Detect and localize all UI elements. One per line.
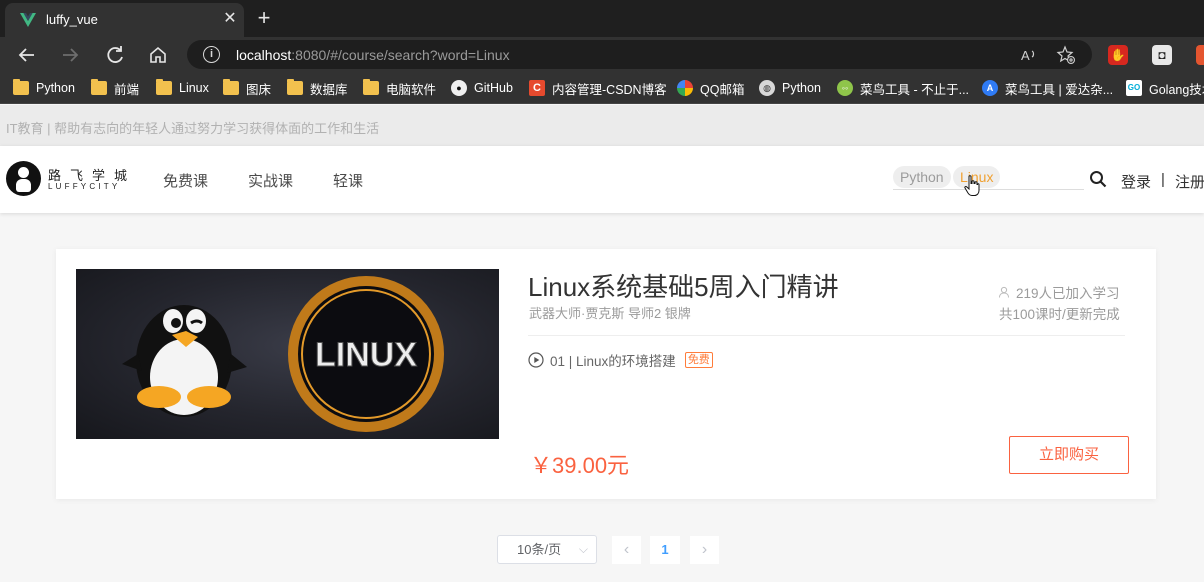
lesson-title: 01 | Linux的环境搭建 — [550, 354, 676, 369]
hot-search-linux[interactable]: Linux — [953, 166, 1001, 188]
bookmark-golang[interactable]: GOGolang技术 — [1126, 79, 1204, 97]
search-box[interactable]: Python Linux — [893, 165, 1084, 190]
slogan-text: IT教育 | 帮助有志向的年轻人通过努力学习获得体面的工作和生活 — [6, 121, 380, 136]
browser-toolbar: i localhost:8080/#/course/search?word=Li… — [0, 37, 1204, 72]
nav-light-course[interactable]: 轻课 — [333, 170, 363, 191]
aida-icon: A — [982, 80, 998, 96]
bookmark-csdn[interactable]: C 内容管理-CSDN博客 — [529, 79, 667, 97]
info-icon[interactable]: i — [203, 46, 220, 63]
folder-icon — [156, 79, 172, 95]
course-lessons-status: 共100课时/更新完成 — [999, 307, 1120, 322]
github-icon: ● — [451, 80, 467, 96]
favorite-add-icon[interactable] — [1056, 45, 1076, 65]
hot-search-python[interactable]: Python — [893, 166, 951, 188]
site-header: 路飞学城 LUFFYCITY 免费课 实战课 轻课 Python Linux 登… — [0, 146, 1204, 213]
cover-image-text: LINUX — [315, 336, 417, 374]
home-icon[interactable] — [146, 43, 170, 67]
tab-close-icon[interactable]: ✕ — [221, 10, 239, 28]
back-icon[interactable] — [15, 43, 39, 67]
course-price: ￥39.00元 — [530, 453, 630, 478]
bookmark-python-folder[interactable]: Python — [13, 79, 75, 97]
students-count: 219人已加入学习 — [1016, 286, 1120, 301]
linux-tux-icon: LINUX — [122, 276, 444, 432]
extension-red-icon[interactable] — [1196, 45, 1204, 65]
bookmark-image-host-folder[interactable]: 图床 — [223, 79, 271, 97]
folder-icon — [91, 79, 107, 95]
logo-icon — [6, 161, 41, 196]
search-icon[interactable] — [1089, 170, 1107, 188]
divider — [528, 335, 1125, 336]
course-card[interactable]: LINUX Linux系统基础5周入门精讲 武器大师·贾克斯 导师2 银牌 21… — [56, 249, 1156, 499]
chevron-down-icon: ⌵ — [578, 542, 588, 556]
address-bar[interactable]: i localhost:8080/#/course/search?word=Li… — [187, 40, 1092, 69]
bookmark-frontend-folder[interactable]: 前端 — [91, 79, 139, 97]
browser-tab-bar: luffy_vue ✕ + — [0, 0, 1204, 37]
folder-icon — [287, 79, 303, 95]
python-icon: ◍ — [759, 80, 775, 96]
folder-icon — [363, 79, 379, 95]
vue-icon — [20, 13, 36, 27]
new-tab-icon[interactable]: + — [253, 6, 275, 30]
page-size-select[interactable]: 10条/页 ⌵ — [497, 535, 597, 564]
next-page-button[interactable]: › — [690, 536, 719, 564]
nav-free-course[interactable]: 免费课 — [163, 170, 208, 191]
tab-title: luffy_vue — [46, 12, 98, 27]
play-icon — [528, 352, 544, 368]
extension-icon[interactable]: ◘ — [1152, 45, 1172, 65]
web-page: IT教育 | 帮助有志向的年轻人通过努力学习获得体面的工作和生活 路飞学城 LU… — [0, 105, 1204, 582]
bookmark-qqmail[interactable]: QQ邮箱 — [677, 79, 744, 97]
forward-icon[interactable] — [58, 43, 82, 67]
bookmark-python[interactable]: ◍ Python — [759, 79, 821, 97]
logo-text-en: LUFFYCITY — [48, 182, 121, 191]
prev-page-button[interactable]: ‹ — [612, 536, 641, 564]
login-link[interactable]: 登录 — [1121, 171, 1151, 192]
bookmark-github[interactable]: ● GitHub — [451, 79, 513, 97]
course-title[interactable]: Linux系统基础5周入门精讲 — [528, 267, 839, 304]
folder-icon — [223, 79, 239, 95]
nav-practical-course[interactable]: 实战课 — [248, 170, 293, 191]
bookmark-aida[interactable]: A 菜鸟工具 | 爱达杂... — [982, 79, 1113, 97]
buy-now-button[interactable]: 立即购买 — [1009, 436, 1129, 474]
golang-icon: GO — [1126, 80, 1142, 96]
lesson-item[interactable]: 01 | Linux的环境搭建 免费 — [528, 350, 713, 370]
folder-icon — [13, 79, 29, 95]
bookmark-runoob[interactable]: ◦◦ 菜鸟工具 - 不止于... — [837, 79, 969, 97]
bookmarks-bar: Python 前端 Linux 图床 数据库 电脑软件 ● GitHub C 内容管… — [0, 72, 1204, 104]
page-number-1[interactable]: 1 — [650, 536, 680, 564]
browser-tab[interactable]: luffy_vue ✕ — [5, 3, 244, 37]
reload-icon[interactable] — [103, 43, 127, 67]
course-teacher: 武器大师·贾克斯 导师2 银牌 — [529, 306, 691, 321]
page-size-label: 10条/页 — [517, 542, 562, 557]
bookmark-linux-folder[interactable]: Linux — [156, 79, 209, 97]
svg-text:A: A — [1021, 48, 1030, 63]
user-icon — [999, 286, 1009, 298]
course-cover-image[interactable]: LINUX — [76, 269, 499, 439]
bookmark-database-folder[interactable]: 数据库 — [287, 79, 348, 97]
register-link[interactable]: 注册 — [1175, 171, 1204, 192]
qqmail-icon — [677, 80, 693, 96]
csdn-icon: C — [529, 80, 545, 96]
login-register-separator: | — [1161, 171, 1165, 188]
adblock-icon[interactable]: ✋ — [1108, 45, 1128, 65]
bookmark-software-folder[interactable]: 电脑软件 — [363, 79, 436, 97]
slogan-bar: IT教育 | 帮助有志向的年轻人通过努力学习获得体面的工作和生活 — [0, 105, 1204, 146]
read-aloud-icon[interactable]: A — [1019, 45, 1039, 65]
course-students: 219人已加入学习 — [998, 282, 1120, 302]
free-badge: 免费 — [684, 352, 713, 368]
url-text[interactable]: localhost:8080/#/course/search?word=Linu… — [236, 47, 510, 63]
runoob-icon: ◦◦ — [837, 80, 853, 96]
